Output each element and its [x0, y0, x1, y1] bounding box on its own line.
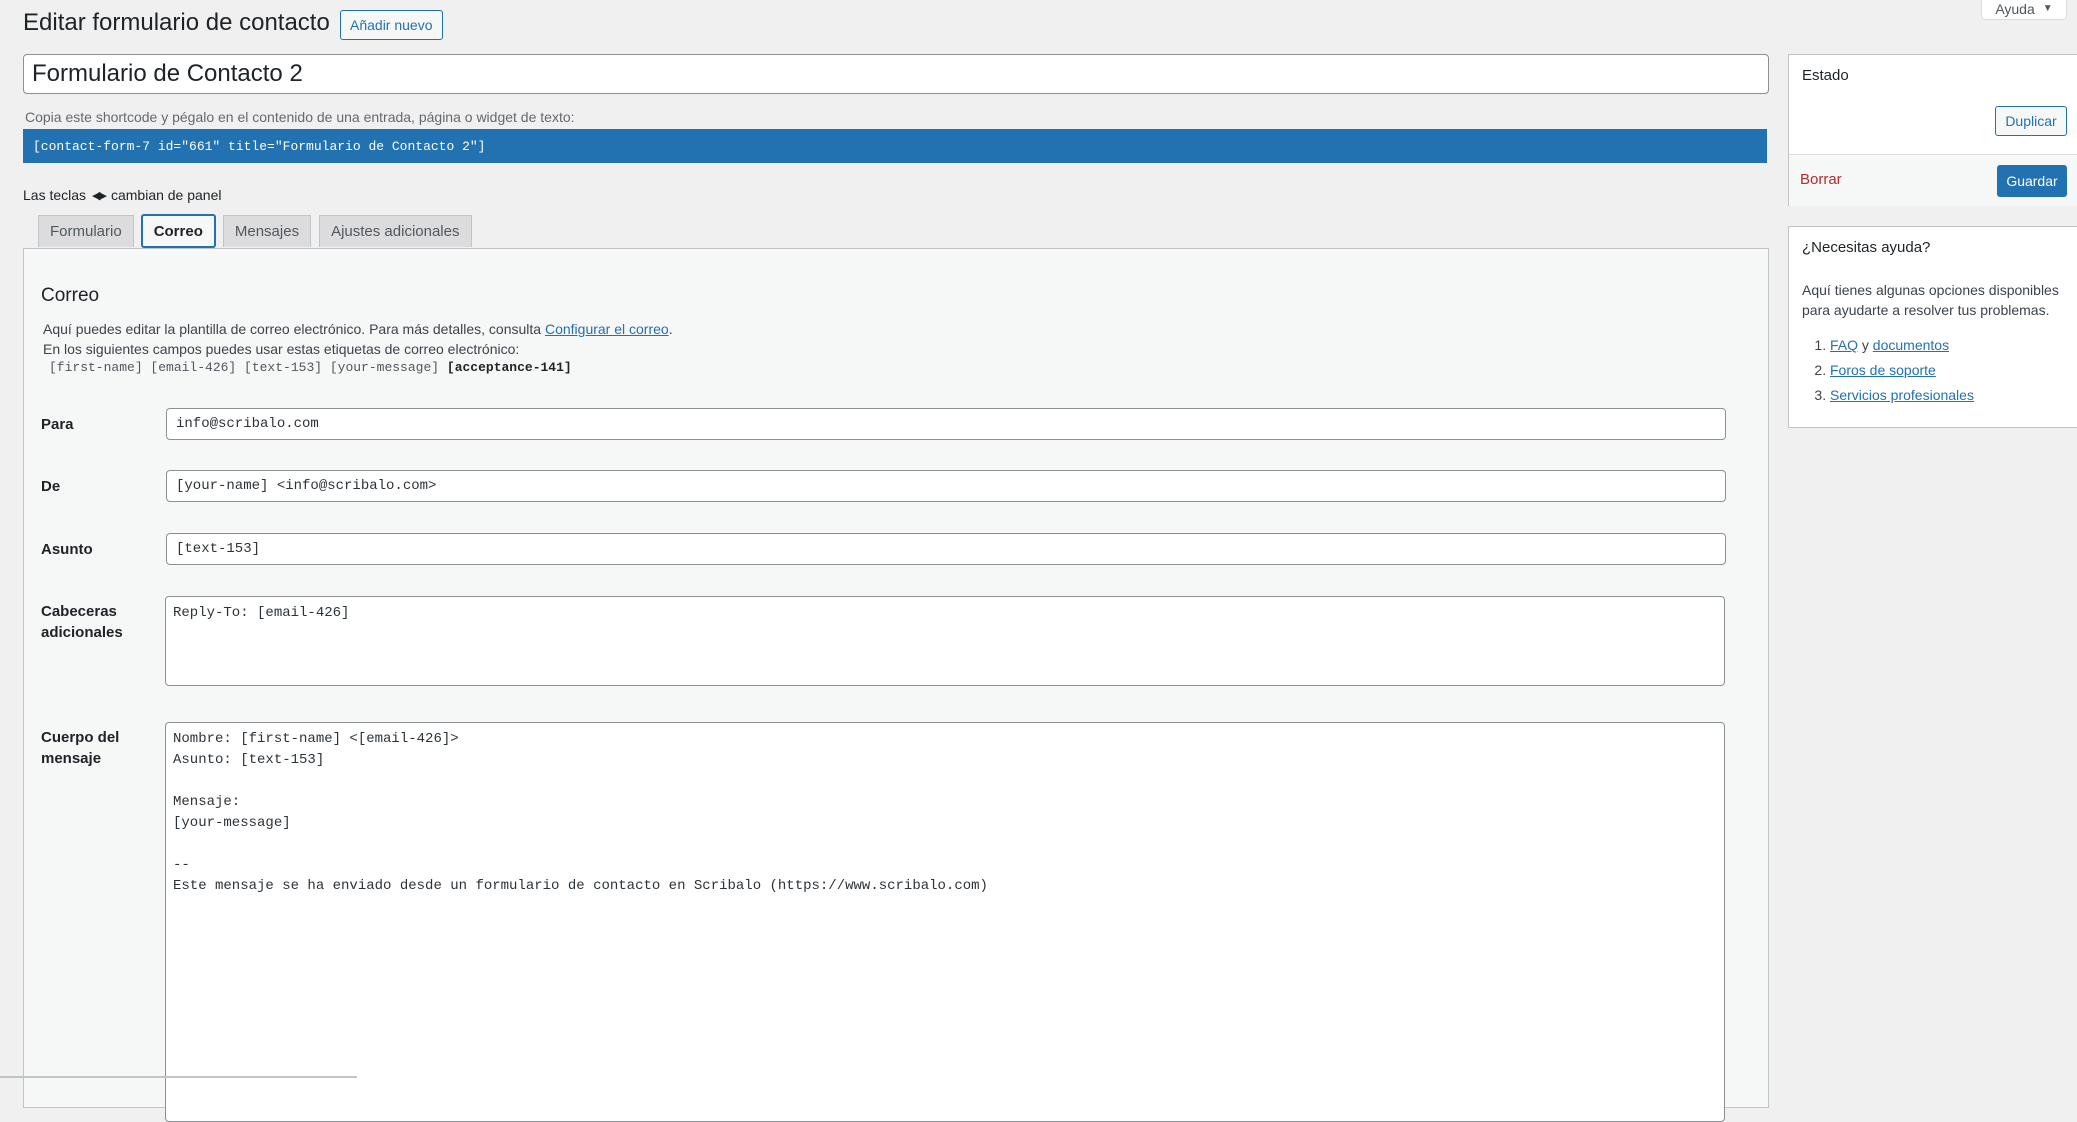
help-label: Ayuda: [1995, 0, 2035, 17]
mail-description: Aquí puedes editar la plantilla de corre…: [43, 319, 673, 359]
subject-input[interactable]: [text-153]: [166, 533, 1726, 565]
body-label-line2: mensaje: [41, 750, 102, 767]
to-label: Para: [41, 416, 74, 433]
tab-mensajes[interactable]: Mensajes: [222, 215, 312, 247]
help-links-list: FAQ y documentos Foros de soporte Servic…: [1802, 333, 1974, 408]
mail-tags-intro: En los siguientes campos puedes usar est…: [43, 341, 520, 357]
body-label: Cuerpo del mensaje: [41, 727, 119, 769]
tab-formulario[interactable]: Formulario: [38, 215, 134, 247]
to-input[interactable]: info@scribalo.com: [166, 408, 1726, 440]
status-title: Estado: [1802, 67, 1849, 84]
form-title-input[interactable]: Formulario de Contacto 2: [23, 54, 1769, 94]
from-label: De: [41, 478, 61, 495]
horizontal-scrollbar[interactable]: [0, 1076, 357, 1078]
mail-panel: Correo Aquí puedes editar la plantilla d…: [23, 248, 1769, 1122]
body-textarea[interactable]: Nombre: [first-name] <[email-426]> Asunt…: [165, 722, 1725, 1122]
caret-down-icon: ▼: [2042, 3, 2053, 14]
configure-mail-link[interactable]: Configurar el correo: [545, 321, 669, 337]
headers-label-line2: adicionales: [41, 624, 123, 641]
status-box: Estado Duplicar Borrar Guardar: [1788, 54, 2077, 206]
status-footer: Borrar Guardar: [1789, 154, 2077, 206]
delete-link[interactable]: Borrar: [1800, 171, 1842, 188]
help-item-1-sep: y: [1858, 337, 1873, 353]
help-description: Aquí tienes algunas opciones disponibles…: [1802, 282, 2059, 318]
keys-hint-before: Las teclas: [23, 187, 87, 203]
help-box: ¿Necesitas ayuda? Aquí tienes algunas op…: [1788, 226, 2077, 428]
mail-panel-title: Correo: [41, 285, 100, 306]
duplicate-button[interactable]: Duplicar: [1995, 106, 2067, 136]
pro-services-link[interactable]: Servicios profesionales: [1830, 387, 1974, 403]
keys-hint: Las teclas ◀▶ cambian de panel: [23, 187, 222, 203]
keys-hint-after: cambian de panel: [110, 187, 222, 203]
headers-textarea[interactable]: Reply-To: [email-426]: [165, 596, 1725, 686]
mail-tag-bold: [acceptance-141]: [446, 360, 572, 375]
panel-tabs: Formulario Correo Mensajes Ajustes adici…: [38, 215, 472, 247]
help-item-1: FAQ y documentos: [1830, 333, 1974, 358]
from-input[interactable]: [your-name] <info@scribalo.com>: [166, 470, 1726, 502]
support-forums-link[interactable]: Foros de soporte: [1830, 362, 1936, 378]
help-tab[interactable]: Ayuda ▼: [1981, 0, 2067, 20]
left-right-arrows-icon: ◀▶: [92, 189, 107, 202]
docs-link[interactable]: documentos: [1873, 337, 1949, 353]
headers-label: Cabeceras adicionales: [41, 601, 123, 643]
headers-label-line1: Cabeceras: [41, 603, 117, 620]
subject-label: Asunto: [41, 541, 93, 558]
body-label-line1: Cuerpo del: [41, 729, 120, 746]
save-button[interactable]: Guardar: [1997, 165, 2067, 197]
faq-link[interactable]: FAQ: [1830, 337, 1858, 353]
help-item-3: Servicios profesionales: [1830, 383, 1974, 408]
mail-tags: [first-name] [email-426] [text-153] [you…: [49, 360, 572, 375]
shortcode-label: Copia este shortcode y pégalo en el cont…: [25, 109, 575, 125]
help-item-2: Foros de soporte: [1830, 358, 1974, 383]
tab-ajustes-adicionales[interactable]: Ajustes adicionales: [319, 215, 472, 247]
add-new-button[interactable]: Añadir nuevo: [340, 10, 443, 40]
help-title: ¿Necesitas ayuda?: [1802, 239, 1931, 256]
mail-tags-list: [first-name] [email-426] [text-153] [you…: [49, 360, 440, 375]
mail-desc-text: Aquí puedes editar la plantilla de corre…: [43, 321, 545, 337]
page-title: Editar formulario de contacto: [23, 9, 330, 36]
mail-desc-end: .: [668, 321, 673, 337]
shortcode-field[interactable]: [contact-form-7 id="661" title="Formular…: [23, 129, 1767, 163]
tab-correo[interactable]: Correo: [141, 215, 215, 247]
